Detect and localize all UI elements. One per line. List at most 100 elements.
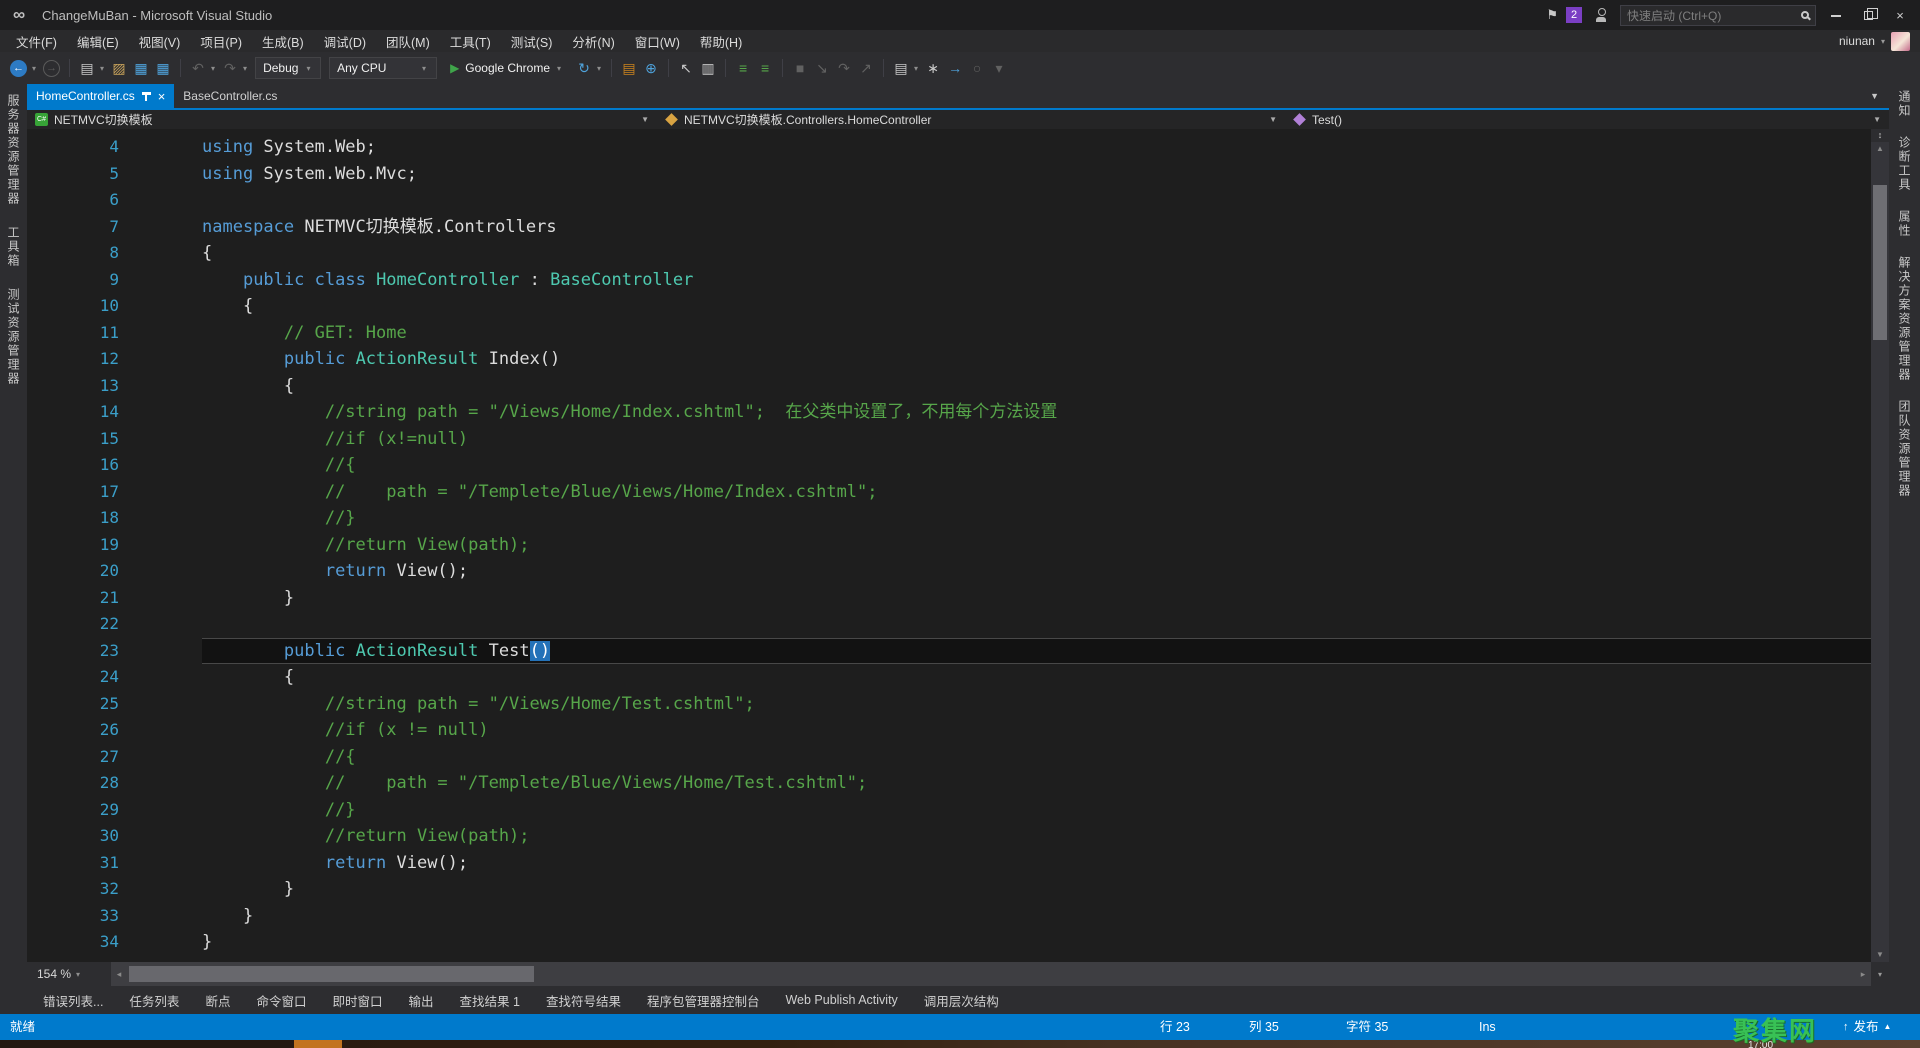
breadcrumb-member-dropdown[interactable]: Test() ▼ bbox=[1285, 110, 1889, 129]
menu-item[interactable]: 团队(M) bbox=[376, 32, 440, 51]
code-line[interactable]: 34} bbox=[27, 929, 1871, 956]
panel-tab[interactable]: 任务列表 bbox=[116, 991, 192, 1010]
close-tab-icon[interactable]: × bbox=[158, 89, 166, 104]
editor-zoom-select[interactable]: 154 % ▾ bbox=[27, 967, 111, 981]
code-line[interactable]: 21 } bbox=[27, 585, 1871, 612]
menu-item[interactable]: 工具(T) bbox=[440, 32, 501, 51]
pointer-icon[interactable]: ↖ bbox=[676, 57, 696, 79]
code-line[interactable]: 13 { bbox=[27, 373, 1871, 400]
scroll-up-icon[interactable]: ▲ bbox=[1871, 142, 1889, 156]
side-tab[interactable]: 工具箱 bbox=[5, 226, 22, 268]
scroll-left-icon[interactable]: ◂ bbox=[111, 969, 127, 980]
step-out-icon[interactable]: ↗ bbox=[856, 57, 876, 79]
code-line[interactable]: 14 //string path = "/Views/Home/Index.cs… bbox=[27, 399, 1871, 426]
new-file-icon[interactable]: ▤ bbox=[77, 57, 97, 79]
view-in-browser-icon[interactable]: ▤ bbox=[619, 57, 639, 79]
code-line[interactable]: 18 //} bbox=[27, 505, 1871, 532]
minimize-button[interactable] bbox=[1824, 8, 1848, 23]
vertical-scrollbar-thumb[interactable] bbox=[1873, 185, 1887, 340]
save-all-icon[interactable]: ▦ bbox=[153, 57, 173, 79]
menu-item[interactable]: 帮助(H) bbox=[690, 32, 752, 51]
uncomment-lines-icon[interactable]: ≡ bbox=[755, 57, 775, 79]
save-icon[interactable]: ▦ bbox=[131, 57, 151, 79]
panel-tab[interactable]: 断点 bbox=[192, 991, 243, 1010]
undo-icon[interactable]: ↶ bbox=[188, 57, 208, 79]
code-line[interactable]: 33 } bbox=[27, 903, 1871, 930]
open-file-icon[interactable]: ▨ bbox=[109, 57, 129, 79]
panel-tab[interactable]: Web Publish Activity bbox=[772, 993, 910, 1007]
add-item-icon[interactable]: ∗ bbox=[923, 57, 943, 79]
redo-icon[interactable]: ↷ bbox=[220, 57, 240, 79]
menu-item[interactable]: 视图(V) bbox=[129, 32, 191, 51]
find-icon[interactable]: ○ bbox=[967, 57, 987, 79]
code-line[interactable]: 16 //{ bbox=[27, 452, 1871, 479]
code-line[interactable]: 10 { bbox=[27, 293, 1871, 320]
platform-select[interactable]: Any CPU▾ bbox=[329, 57, 437, 79]
breadcrumb-project-dropdown[interactable]: C# NETMVC切换模板 ▼ bbox=[27, 110, 657, 129]
account-cluster[interactable]: niunan ▾ bbox=[1839, 32, 1914, 51]
notifications-flag-icon[interactable]: ⚑ bbox=[1546, 7, 1558, 23]
side-tab[interactable]: 诊断工具 bbox=[1896, 136, 1913, 192]
search-icon[interactable] bbox=[1801, 11, 1809, 19]
code-line[interactable]: 27 //{ bbox=[27, 744, 1871, 771]
browse-web-icon[interactable]: ⊕ bbox=[641, 57, 661, 79]
code-editor[interactable]: 4using System.Web;5using System.Web.Mvc;… bbox=[27, 129, 1871, 962]
code-line[interactable]: 29 //} bbox=[27, 797, 1871, 824]
code-line[interactable]: 24 { bbox=[27, 664, 1871, 691]
notification-count-badge[interactable]: 2 bbox=[1566, 7, 1582, 23]
close-button[interactable]: × bbox=[1888, 8, 1912, 23]
menu-item[interactable]: 调试(D) bbox=[314, 32, 376, 51]
stop-debug-icon[interactable]: ■ bbox=[790, 57, 810, 79]
step-into-icon[interactable]: ↘ bbox=[812, 57, 832, 79]
recent-window-icon[interactable]: ▤ bbox=[891, 57, 911, 79]
document-tab[interactable]: HomeController.cs× bbox=[27, 84, 174, 108]
horizontal-scrollbar[interactable]: ◂ ▸ bbox=[111, 962, 1871, 986]
start-debug-button[interactable]: ▶Google Chrome▾ bbox=[442, 57, 572, 79]
code-line[interactable]: 20 return View(); bbox=[27, 558, 1871, 585]
paste-icon[interactable]: ▥ bbox=[698, 57, 718, 79]
side-tab[interactable]: 解决方案资源管理器 bbox=[1896, 256, 1913, 382]
splitter-handle-icon[interactable]: ↕ bbox=[1871, 129, 1889, 142]
menu-item[interactable]: 生成(B) bbox=[252, 32, 314, 51]
menu-item[interactable]: 分析(N) bbox=[562, 32, 624, 51]
code-line[interactable]: 19 //return View(path); bbox=[27, 532, 1871, 559]
code-line[interactable]: 9 public class HomeController : BaseCont… bbox=[27, 267, 1871, 294]
scroll-right-icon[interactable]: ▸ bbox=[1855, 969, 1871, 980]
debug-config-select[interactable]: Debug▾ bbox=[255, 57, 321, 79]
quick-launch-input[interactable]: 快速启动 (Ctrl+Q) bbox=[1620, 5, 1816, 26]
code-line[interactable]: 4using System.Web; bbox=[27, 134, 1871, 161]
menu-item[interactable]: 文件(F) bbox=[6, 32, 67, 51]
menu-item[interactable]: 窗口(W) bbox=[625, 32, 690, 51]
toolbar-overflow-icon[interactable]: ▾ bbox=[989, 57, 1009, 79]
document-tab[interactable]: BaseController.cs bbox=[174, 84, 286, 108]
code-line[interactable]: 15 //if (x!=null) bbox=[27, 426, 1871, 453]
side-tab[interactable]: 测试资源管理器 bbox=[5, 288, 22, 386]
panel-tab[interactable]: 查找结果 1 bbox=[447, 991, 533, 1010]
nav-back-icon[interactable]: ← bbox=[10, 60, 27, 77]
code-line[interactable]: 6 bbox=[27, 187, 1871, 214]
panel-tab[interactable]: 命令窗口 bbox=[243, 991, 319, 1010]
vertical-scrollbar[interactable]: ↕ ▲ ▼ bbox=[1871, 129, 1889, 962]
code-line[interactable]: 11 // GET: Home bbox=[27, 320, 1871, 347]
scrollbar-options-icon[interactable]: ▾ bbox=[1871, 970, 1889, 979]
feedback-icon[interactable] bbox=[1594, 8, 1608, 22]
code-line[interactable]: 30 //return View(path); bbox=[27, 823, 1871, 850]
tab-list-dropdown-icon[interactable]: ▼ bbox=[1870, 91, 1889, 101]
code-line[interactable]: 22 bbox=[27, 611, 1871, 638]
side-tab[interactable]: 属性 bbox=[1896, 210, 1913, 238]
publish-button[interactable]: ↑ 发布 ▲ bbox=[1843, 1014, 1891, 1040]
panel-tab[interactable]: 查找符号结果 bbox=[533, 991, 634, 1010]
menu-item[interactable]: 编辑(E) bbox=[67, 32, 129, 51]
navigate-to-icon[interactable]: → bbox=[945, 57, 965, 79]
code-line[interactable]: 31 return View(); bbox=[27, 850, 1871, 877]
panel-tab[interactable]: 调用层次结构 bbox=[911, 991, 1012, 1010]
code-line[interactable]: 12 public ActionResult Index() bbox=[27, 346, 1871, 373]
browser-link-refresh-icon[interactable]: ↻ bbox=[574, 57, 594, 79]
code-line[interactable]: 5using System.Web.Mvc; bbox=[27, 161, 1871, 188]
horizontal-scrollbar-thumb[interactable] bbox=[129, 966, 534, 982]
menu-item[interactable]: 项目(P) bbox=[190, 32, 252, 51]
code-line[interactable]: 7namespace NETMVC切换模板.Controllers bbox=[27, 214, 1871, 241]
panel-tab[interactable]: 程序包管理器控制台 bbox=[634, 991, 773, 1010]
avatar[interactable] bbox=[1891, 32, 1910, 51]
breadcrumb-class-dropdown[interactable]: NETMVC切换模板.Controllers.HomeController ▼ bbox=[657, 110, 1285, 129]
